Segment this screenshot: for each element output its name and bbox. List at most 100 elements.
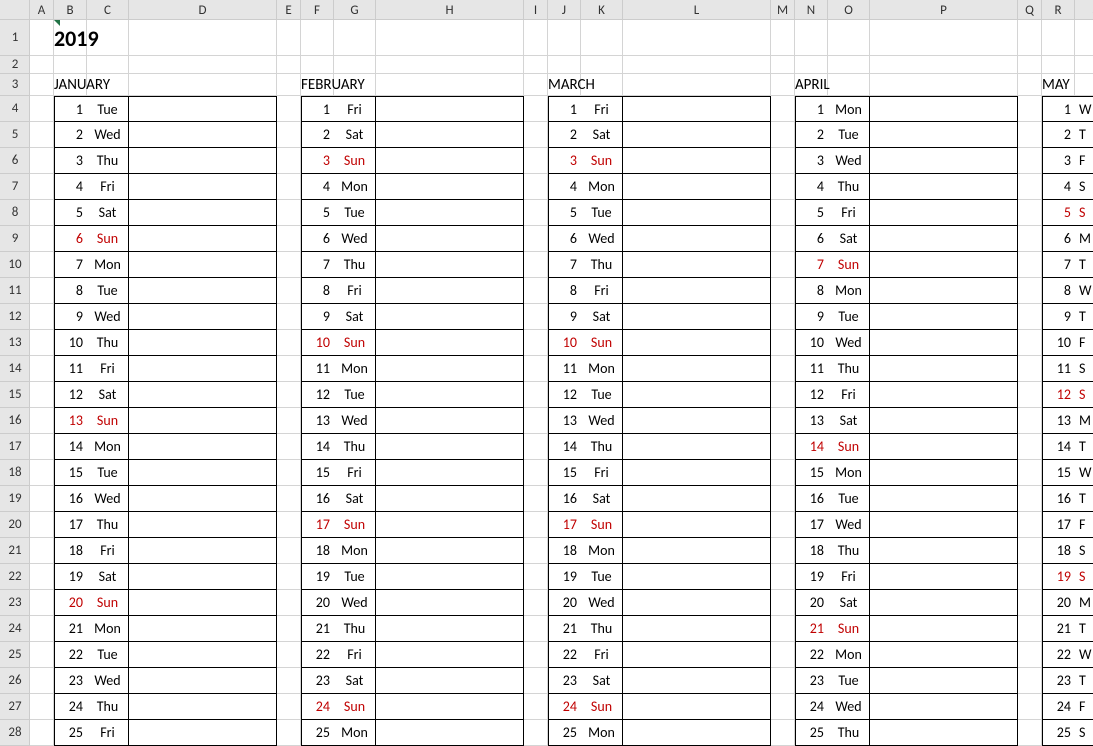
day-event-cell[interactable] bbox=[623, 434, 771, 460]
day-weekday[interactable]: Sun bbox=[87, 590, 129, 616]
day-weekday[interactable]: Wed bbox=[87, 486, 129, 512]
select-all-corner[interactable] bbox=[0, 0, 30, 20]
day-weekday[interactable]: Mon bbox=[334, 720, 376, 746]
day-row[interactable]: 7Sun bbox=[795, 252, 1018, 278]
day-weekday[interactable]: Sun bbox=[334, 148, 376, 174]
day-weekday[interactable]: Mon bbox=[581, 720, 623, 746]
day-number[interactable]: 22 bbox=[301, 642, 334, 668]
day-row[interactable]: 24Thu bbox=[54, 694, 277, 720]
day-row[interactable]: 21Thu bbox=[548, 616, 771, 642]
day-event-cell[interactable] bbox=[623, 356, 771, 382]
day-weekday[interactable]: T bbox=[1075, 434, 1093, 460]
day-row[interactable]: 10F bbox=[1042, 330, 1093, 356]
day-event-cell[interactable] bbox=[376, 226, 524, 252]
column-header-O[interactable]: O bbox=[828, 0, 870, 20]
day-row[interactable]: 13Sat bbox=[795, 408, 1018, 434]
column-header-C[interactable]: C bbox=[87, 0, 129, 20]
day-row[interactable]: 15Tue bbox=[54, 460, 277, 486]
day-weekday[interactable]: W bbox=[1075, 642, 1093, 668]
day-row[interactable]: 11S bbox=[1042, 356, 1093, 382]
day-weekday[interactable]: Sun bbox=[87, 226, 129, 252]
day-row[interactable]: 15Fri bbox=[548, 460, 771, 486]
day-weekday[interactable]: Fri bbox=[334, 460, 376, 486]
day-number[interactable]: 6 bbox=[54, 226, 87, 252]
day-event-cell[interactable] bbox=[376, 590, 524, 616]
day-event-cell[interactable] bbox=[870, 304, 1018, 330]
day-event-cell[interactable] bbox=[623, 512, 771, 538]
day-number[interactable]: 14 bbox=[1042, 434, 1075, 460]
row-header-14[interactable]: 14 bbox=[0, 356, 30, 382]
column-header-A[interactable]: A bbox=[30, 0, 54, 20]
day-number[interactable]: 9 bbox=[1042, 304, 1075, 330]
day-number[interactable]: 19 bbox=[54, 564, 87, 590]
day-weekday[interactable]: Wed bbox=[581, 590, 623, 616]
day-weekday[interactable]: M bbox=[1075, 226, 1093, 252]
day-row[interactable]: 12Sat bbox=[54, 382, 277, 408]
day-event-cell[interactable] bbox=[129, 616, 277, 642]
day-event-cell[interactable] bbox=[376, 486, 524, 512]
row-header-21[interactable]: 21 bbox=[0, 538, 30, 564]
day-row[interactable]: 4Thu bbox=[795, 174, 1018, 200]
day-row[interactable]: 8Fri bbox=[301, 278, 524, 304]
day-row[interactable]: 25Fri bbox=[54, 720, 277, 746]
day-row[interactable]: 19Tue bbox=[548, 564, 771, 590]
day-number[interactable]: 14 bbox=[795, 434, 828, 460]
day-event-cell[interactable] bbox=[129, 200, 277, 226]
day-row[interactable]: 14Mon bbox=[54, 434, 277, 460]
day-weekday[interactable]: S bbox=[1075, 174, 1093, 200]
day-weekday[interactable]: M bbox=[1075, 590, 1093, 616]
day-weekday[interactable]: Fri bbox=[334, 642, 376, 668]
day-row[interactable]: 10Wed bbox=[795, 330, 1018, 356]
row-header-5[interactable]: 5 bbox=[0, 122, 30, 148]
day-weekday[interactable]: Wed bbox=[334, 408, 376, 434]
day-weekday[interactable]: Fri bbox=[87, 174, 129, 200]
day-event-cell[interactable] bbox=[129, 304, 277, 330]
day-number[interactable]: 15 bbox=[548, 460, 581, 486]
day-weekday[interactable]: T bbox=[1075, 304, 1093, 330]
day-row[interactable]: 23Sat bbox=[301, 668, 524, 694]
day-event-cell[interactable] bbox=[376, 668, 524, 694]
day-row[interactable]: 9Sat bbox=[548, 304, 771, 330]
day-weekday[interactable]: Thu bbox=[334, 252, 376, 278]
day-row[interactable]: 15Mon bbox=[795, 460, 1018, 486]
row-header-10[interactable]: 10 bbox=[0, 252, 30, 278]
day-weekday[interactable]: Sat bbox=[828, 590, 870, 616]
day-number[interactable]: 7 bbox=[795, 252, 828, 278]
day-weekday[interactable]: F bbox=[1075, 330, 1093, 356]
day-row[interactable]: 3Sun bbox=[301, 148, 524, 174]
day-row[interactable]: 2Sat bbox=[548, 122, 771, 148]
day-row[interactable]: 17Sun bbox=[548, 512, 771, 538]
day-number[interactable]: 3 bbox=[548, 148, 581, 174]
day-weekday[interactable]: Tue bbox=[87, 278, 129, 304]
day-event-cell[interactable] bbox=[376, 382, 524, 408]
day-row[interactable]: 20Sun bbox=[54, 590, 277, 616]
day-number[interactable]: 11 bbox=[795, 356, 828, 382]
day-row[interactable]: 9Sat bbox=[301, 304, 524, 330]
day-number[interactable]: 15 bbox=[795, 460, 828, 486]
day-row[interactable]: 21Sun bbox=[795, 616, 1018, 642]
day-weekday[interactable]: Mon bbox=[581, 356, 623, 382]
day-number[interactable]: 17 bbox=[795, 512, 828, 538]
day-event-cell[interactable] bbox=[623, 590, 771, 616]
column-header-D[interactable]: D bbox=[129, 0, 277, 20]
day-row[interactable]: 24Sun bbox=[548, 694, 771, 720]
column-header-F[interactable]: F bbox=[301, 0, 334, 20]
row-header-3[interactable]: 3 bbox=[0, 74, 30, 96]
day-event-cell[interactable] bbox=[623, 564, 771, 590]
day-row[interactable]: 23Wed bbox=[54, 668, 277, 694]
day-weekday[interactable]: Thu bbox=[581, 616, 623, 642]
day-event-cell[interactable] bbox=[870, 96, 1018, 122]
day-row[interactable]: 6M bbox=[1042, 226, 1093, 252]
day-event-cell[interactable] bbox=[623, 720, 771, 746]
day-event-cell[interactable] bbox=[129, 564, 277, 590]
day-row[interactable]: 8W bbox=[1042, 278, 1093, 304]
day-event-cell[interactable] bbox=[623, 642, 771, 668]
column-header-L[interactable]: L bbox=[623, 0, 771, 20]
day-row[interactable]: 6Sat bbox=[795, 226, 1018, 252]
row-header-28[interactable]: 28 bbox=[0, 720, 30, 746]
column-header-R[interactable]: R bbox=[1042, 0, 1075, 20]
day-number[interactable]: 9 bbox=[54, 304, 87, 330]
day-row[interactable]: 3Wed bbox=[795, 148, 1018, 174]
day-row[interactable]: 9Wed bbox=[54, 304, 277, 330]
day-row[interactable]: 25S bbox=[1042, 720, 1093, 746]
